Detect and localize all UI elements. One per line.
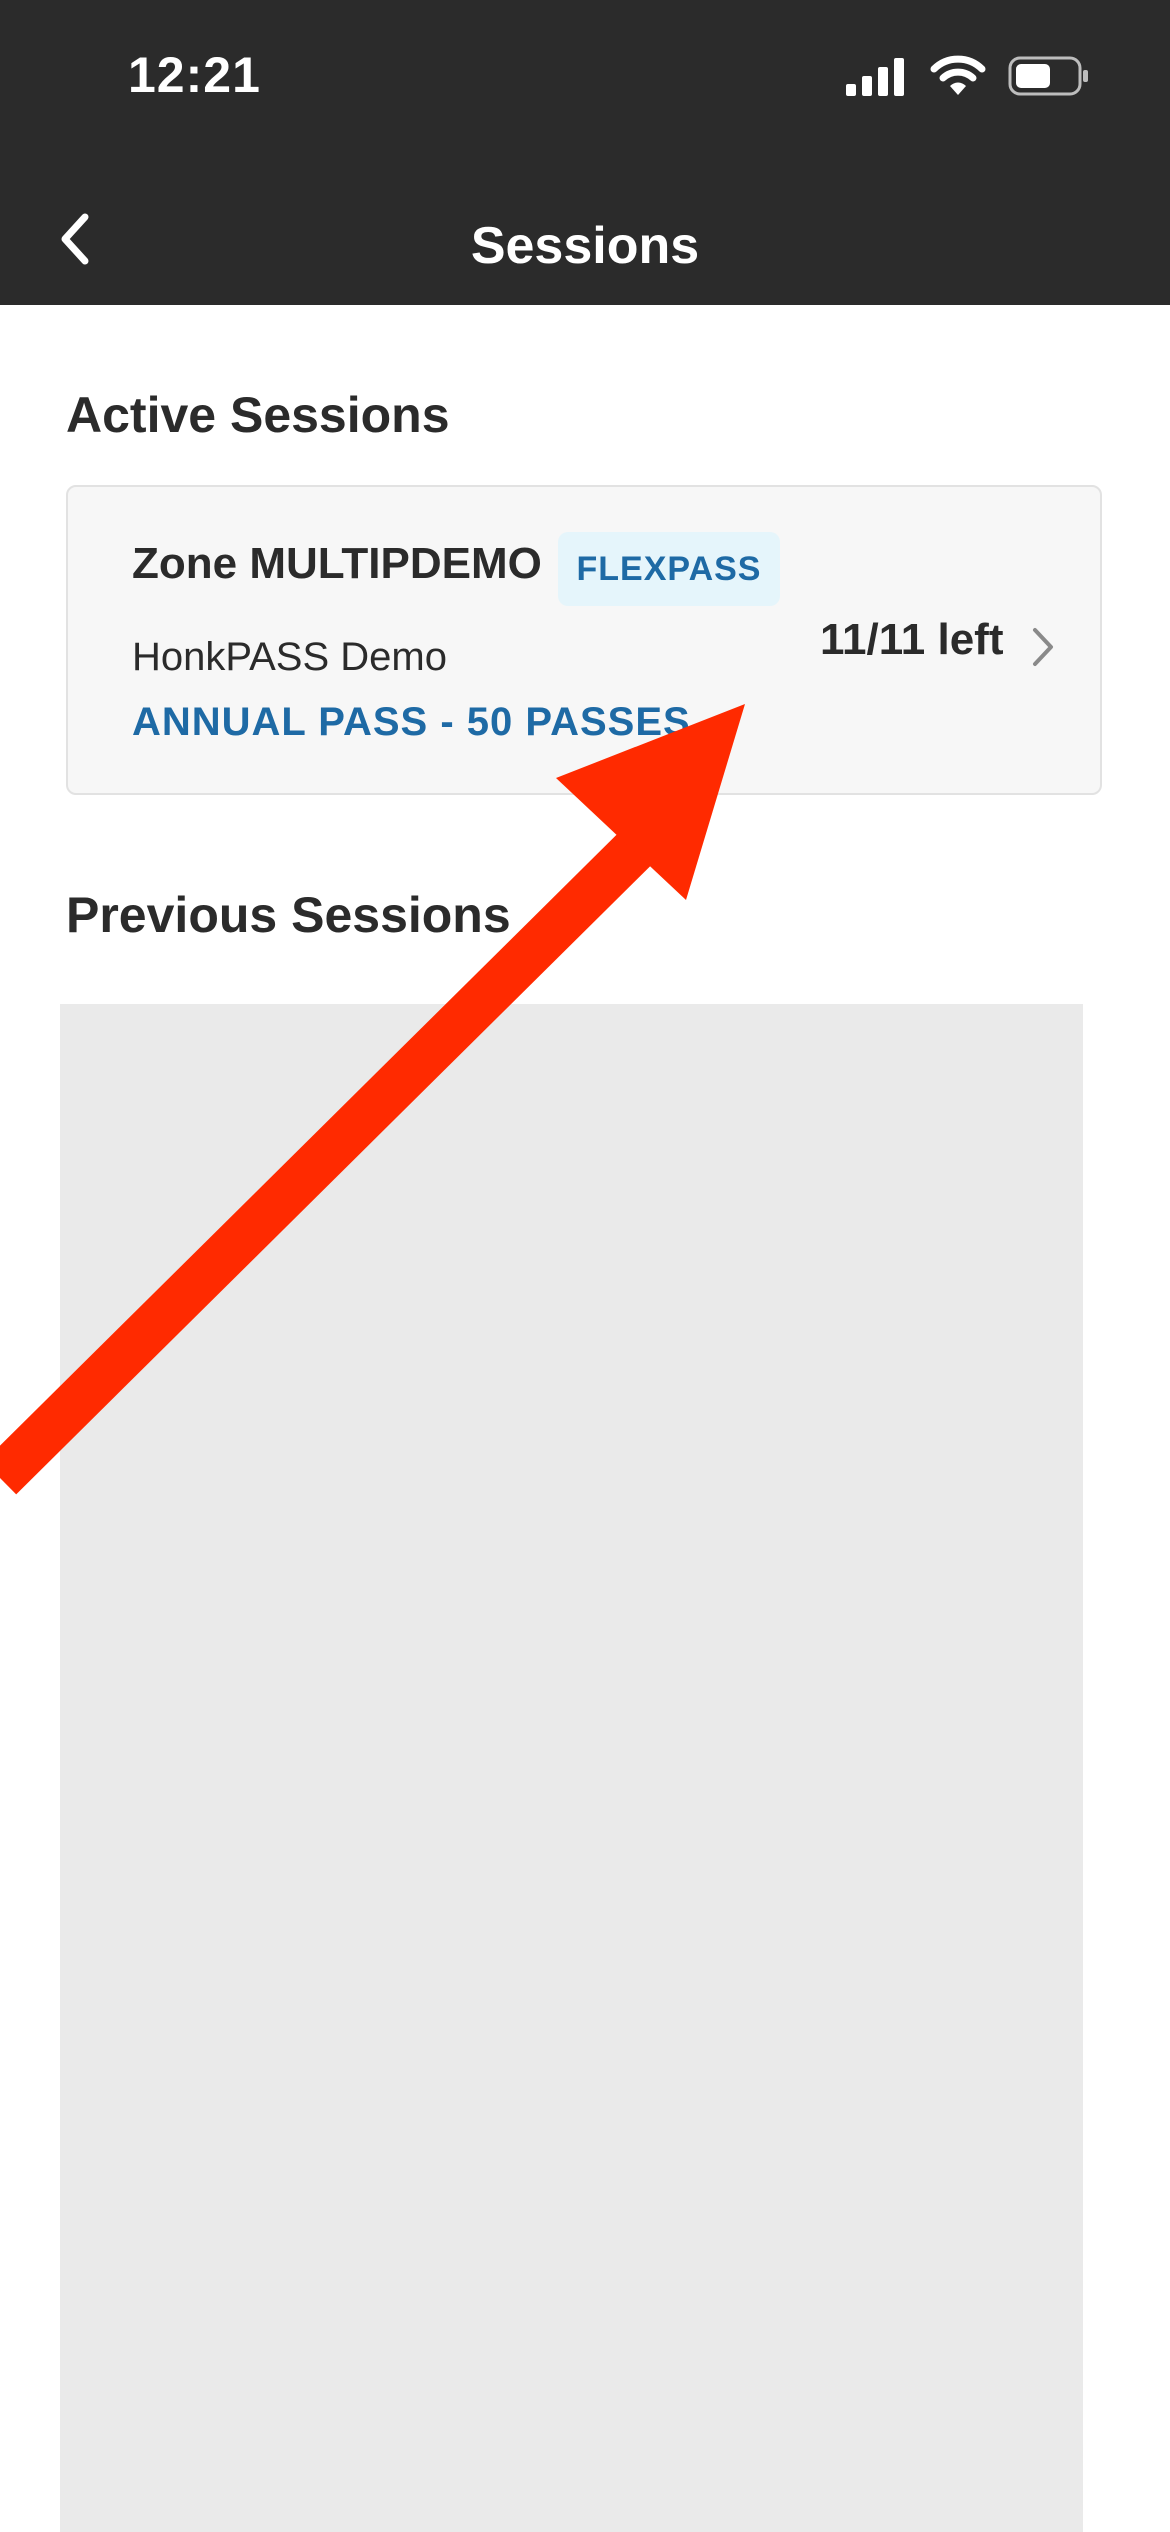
flexpass-badge: FLEXPASS: [558, 532, 780, 606]
battery-icon: [1008, 56, 1088, 96]
page-title: Sessions: [470, 217, 700, 275]
active-sessions-heading: Active Sessions: [66, 387, 450, 443]
session-zone: Zone MULTIPDEMO: [132, 539, 542, 588]
session-company: HonkPASS Demo: [132, 635, 447, 679]
session-remaining: 11/11 left: [820, 615, 1004, 664]
active-session-card[interactable]: Zone MULTIPDEMO FLEXPASS HonkPASS Demo A…: [66, 485, 1102, 795]
signal-icon: [846, 58, 904, 96]
previous-sessions-placeholder: [60, 1004, 1083, 2532]
chevron-right-icon: [1033, 628, 1053, 666]
status-time: 12:21: [128, 47, 261, 103]
nav-bar: Sessions: [0, 170, 1170, 305]
previous-sessions-heading: Previous Sessions: [66, 887, 511, 943]
session-pass-name: ANNUAL PASS - 50 PASSES: [132, 700, 691, 744]
status-bar: 12:21: [0, 0, 1170, 170]
status-icons: [846, 54, 1090, 98]
wifi-icon: [930, 55, 986, 95]
